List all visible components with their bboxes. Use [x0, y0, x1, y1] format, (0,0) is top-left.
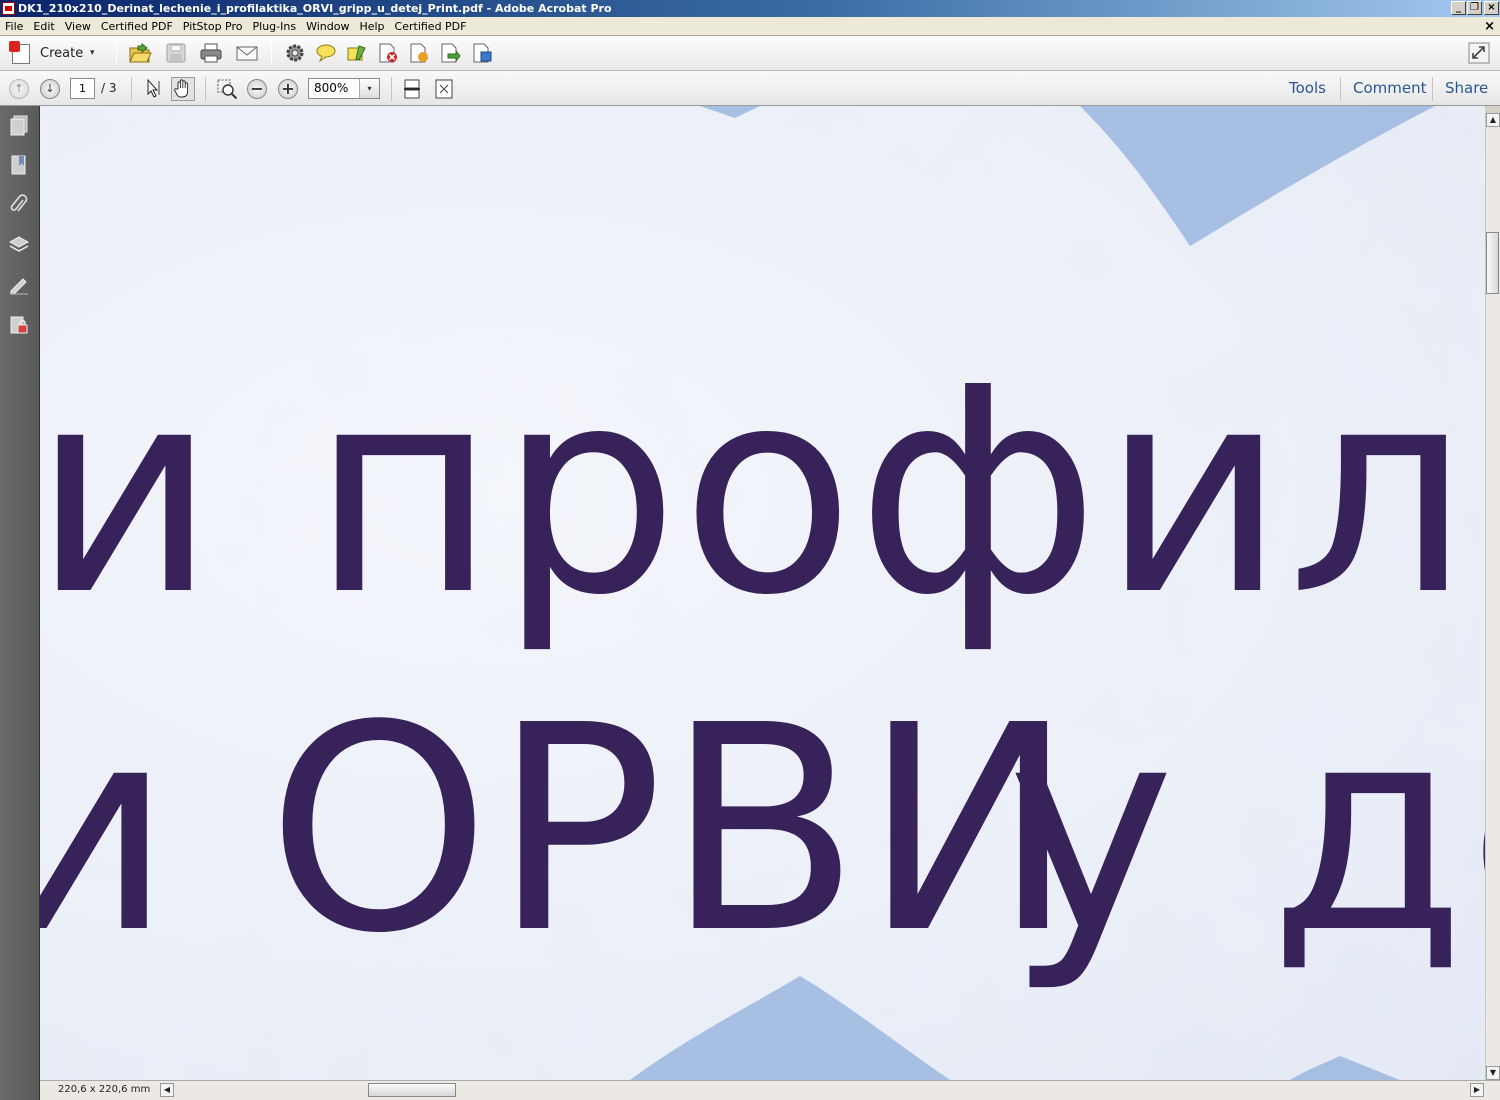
page-thumbnails-icon[interactable]: [8, 114, 30, 136]
menu-plug-ins[interactable]: Plug-Ins: [248, 17, 302, 36]
document-view[interactable]: и профилак и ОРВИ у де: [40, 106, 1485, 1080]
close-button[interactable]: ×: [1484, 1, 1499, 15]
create-button[interactable]: Create ▾: [6, 41, 102, 66]
marquee-zoom-icon[interactable]: [216, 78, 238, 100]
menu-view[interactable]: View: [60, 17, 96, 36]
navigation-toolbar: ↑ ↓ 1 / 3 − + 800% ▾ Tools Comment Share: [0, 71, 1500, 106]
open-folder-icon[interactable]: [128, 42, 152, 64]
toolbar-divider: [271, 41, 272, 65]
scroll-right-icon[interactable]: ▶: [1470, 1083, 1484, 1097]
menu-pitstop-pro[interactable]: PitStop Pro: [178, 17, 248, 36]
print-icon[interactable]: [199, 42, 223, 64]
menu-bar: File Edit View Certified PDF PitStop Pro Plug…: [0, 17, 1500, 36]
document-text-line-2-continued: у де: [1007, 664, 1485, 995]
toolbar-divider: [116, 41, 117, 65]
layers-icon[interactable]: [8, 234, 30, 256]
scrolling-mode-icon[interactable]: [402, 78, 422, 100]
create-label: Create: [40, 46, 84, 61]
menu-edit[interactable]: Edit: [28, 17, 59, 36]
tools-panel-link[interactable]: Tools: [1277, 71, 1338, 106]
menu-file[interactable]: File: [0, 17, 28, 36]
chevron-down-icon: ▾: [90, 48, 95, 58]
previous-page-arrow-up-icon[interactable]: ↑: [9, 79, 29, 99]
next-page-arrow-down-icon[interactable]: ↓: [40, 79, 60, 99]
share-panel-link[interactable]: Share: [1433, 71, 1500, 106]
bookmarks-icon[interactable]: [8, 154, 30, 176]
document-text-line-2: и ОРВИ: [40, 664, 1077, 995]
page-total: / 3: [101, 81, 117, 95]
select-cursor-icon[interactable]: [143, 78, 165, 100]
window-title: DK1_210x210_Derinat_lechenie_i_profilakt…: [18, 2, 612, 15]
page-number-input[interactable]: 1: [70, 78, 95, 99]
zoom-in-icon[interactable]: +: [278, 79, 298, 99]
hand-tool-icon[interactable]: [171, 77, 195, 101]
save-icon[interactable]: [164, 42, 188, 64]
menu-certified-pdf[interactable]: Certified PDF: [96, 17, 178, 36]
signatures-pen-icon[interactable]: [8, 274, 30, 296]
document-text-line-1: и профилак: [40, 326, 1485, 657]
comment-panel-link[interactable]: Comment: [1341, 71, 1439, 106]
menu-certified-pdf-2[interactable]: Certified PDF: [390, 17, 472, 36]
document-edit-icon[interactable]: [407, 42, 431, 64]
highlight-icon[interactable]: [345, 42, 369, 64]
vertical-scroll-thumb[interactable]: [1486, 232, 1499, 294]
create-pdf-icon: [9, 41, 30, 64]
toolbar-divider: [131, 77, 132, 101]
settings-gear-icon[interactable]: [283, 42, 307, 64]
main-toolbar: Create ▾: [0, 36, 1500, 71]
toolbar-divider: [391, 77, 392, 101]
document-forms-icon[interactable]: [470, 42, 494, 64]
status-bar: 220,6 x 220,6 mm ◀ ▶: [40, 1080, 1500, 1100]
fullscreen-expand-icon[interactable]: [1467, 42, 1491, 64]
email-icon[interactable]: [235, 42, 259, 64]
page-size-label: 220,6 x 220,6 mm: [58, 1084, 151, 1095]
minimize-button[interactable]: _: [1451, 1, 1466, 15]
zoom-out-icon[interactable]: −: [247, 79, 267, 99]
document-close-icon[interactable]: ×: [1484, 17, 1495, 36]
scroll-down-icon[interactable]: ▼: [1486, 1066, 1500, 1080]
comment-bubble-icon[interactable]: [314, 42, 338, 64]
reject-document-icon[interactable]: [376, 42, 400, 64]
scroll-left-icon[interactable]: ◀: [160, 1083, 174, 1097]
title-bar: DK1_210x210_Derinat_lechenie_i_profilakt…: [0, 0, 1500, 17]
scroll-up-icon[interactable]: ▲: [1486, 113, 1500, 127]
horizontal-scroll-thumb[interactable]: [368, 1083, 456, 1097]
document-export-icon[interactable]: [438, 42, 462, 64]
toolbar-divider: [205, 77, 206, 101]
restore-button[interactable]: ❐: [1467, 1, 1482, 15]
navigation-pane: [0, 106, 40, 1100]
fit-page-icon[interactable]: [433, 78, 455, 100]
pdf-app-icon: [2, 2, 15, 15]
menu-help[interactable]: Help: [354, 17, 389, 36]
attachments-paperclip-icon[interactable]: [8, 194, 30, 216]
zoom-dropdown-chevron-icon[interactable]: ▾: [359, 79, 379, 98]
menu-window[interactable]: Window: [301, 17, 354, 36]
security-lock-icon[interactable]: [8, 314, 30, 336]
